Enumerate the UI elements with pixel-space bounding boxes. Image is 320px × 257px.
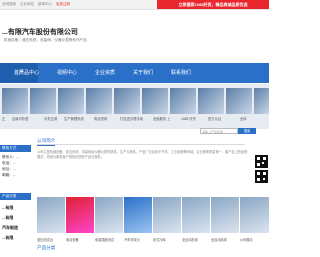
footer-title: 产品分类 bbox=[37, 245, 56, 250]
product-label[interactable]: 电源插座测试 bbox=[95, 237, 125, 242]
strip-label: 全体 bbox=[240, 117, 247, 121]
category-header: 产品分类 bbox=[0, 193, 31, 200]
product-label[interactable]: 公司展示 bbox=[240, 237, 269, 242]
strip-thumb[interactable] bbox=[58, 88, 84, 114]
strip-thumb[interactable] bbox=[142, 88, 168, 114]
product-label[interactable]: 全自动机床 bbox=[211, 237, 241, 242]
strip-label: 边缘可折叠 bbox=[12, 117, 29, 121]
qr-code-icon bbox=[255, 170, 268, 183]
top-link[interactable]: 企业网站 bbox=[20, 2, 34, 6]
company-name: ...有限汽车股份有限公司 bbox=[2, 29, 78, 36]
product-image[interactable] bbox=[95, 197, 123, 233]
strip-thumb[interactable] bbox=[226, 88, 252, 114]
product-label[interactable]: 全自动机床 bbox=[182, 237, 212, 242]
contact-header: 联系方式 bbox=[0, 145, 31, 152]
nav-products[interactable]: 产品中心 bbox=[10, 63, 48, 83]
category-item[interactable]: 汽车制造 bbox=[2, 225, 18, 231]
product-image[interactable] bbox=[182, 197, 210, 233]
search-input[interactable]: 请输入产品名称 bbox=[200, 128, 238, 134]
product-label[interactable]: 汽车测试仪 bbox=[124, 237, 154, 242]
search-button[interactable]: 搜索 bbox=[238, 128, 256, 134]
top-bar: 全网搜索 企业网站 新闻中心 免费注册 立即搜索1688好货，精品商城品质优选 bbox=[0, 0, 269, 10]
promo-banner[interactable]: 立即搜索1688好货，精品商城品质优选 bbox=[157, 0, 269, 9]
product-image[interactable] bbox=[124, 197, 152, 233]
top-link[interactable]: 全网搜索 bbox=[2, 2, 16, 6]
product-label[interactable]: 卧式冷库 bbox=[153, 237, 183, 242]
nav-qualification[interactable]: 企业资质 bbox=[86, 63, 124, 83]
product-image[interactable] bbox=[66, 197, 94, 233]
product-image[interactable] bbox=[240, 197, 269, 233]
product-image[interactable] bbox=[153, 197, 181, 233]
contact-row: 电话：... bbox=[2, 161, 16, 165]
nav-about[interactable]: 关于我们 bbox=[124, 63, 162, 83]
strip-thumb[interactable] bbox=[198, 88, 224, 114]
category-item[interactable]: ...有限 bbox=[2, 235, 13, 241]
product-image[interactable] bbox=[211, 197, 239, 233]
strip-thumb[interactable] bbox=[30, 88, 56, 114]
contact-row: 邮箱：... bbox=[2, 173, 16, 177]
product-label[interactable]: 液压测试台 bbox=[37, 237, 67, 242]
product-image[interactable] bbox=[37, 197, 65, 233]
strip-label: 打包送办理手续 bbox=[120, 117, 144, 121]
site-header: ...有限汽车股份有限公司 机械设备，液压系统，流量阀，仪器仪表等系列产品 bbox=[0, 10, 269, 58]
section-divider bbox=[37, 144, 245, 145]
intro-text: 公司主营机械设备、液压系统、流量阀及仪器仪表的研发、生产与销售，产品广泛应用于汽… bbox=[37, 150, 248, 159]
category-item[interactable]: ...有限 bbox=[2, 205, 13, 211]
strip-thumb[interactable] bbox=[86, 88, 112, 114]
category-item[interactable]: ...有限 bbox=[2, 215, 13, 221]
main-nav: 首页 产品中心 视频中心 企业资质 关于我们 联系我们 bbox=[0, 63, 269, 83]
qr-code-icon bbox=[255, 155, 268, 168]
strip-thumb[interactable] bbox=[114, 88, 140, 114]
top-link[interactable]: 新闻中心 bbox=[38, 2, 52, 6]
nav-videos[interactable]: 视频中心 bbox=[48, 63, 86, 83]
contact-row: 地址：... bbox=[2, 167, 16, 171]
strip-thumb[interactable] bbox=[170, 88, 196, 114]
product-label[interactable]: 电动设备 bbox=[66, 237, 96, 242]
strip-thumb[interactable] bbox=[254, 88, 269, 114]
top-links: 全网搜索 企业网站 新闻中心 免费注册 bbox=[2, 2, 73, 7]
top-link-highlight[interactable]: 免费注册 bbox=[56, 2, 70, 6]
strip-thumb[interactable] bbox=[2, 88, 28, 114]
sidebar: 联系方式 联系人：... 电话：... 地址：... 邮箱：... 产品分类 .… bbox=[0, 135, 31, 257]
strip-label: 官方认证 bbox=[208, 117, 222, 121]
contact-row: 联系人：... bbox=[2, 155, 20, 159]
company-subtitle: 机械设备，液压系统，流量阀，仪器仪表等系列产品 bbox=[4, 38, 87, 42]
nav-contact[interactable]: 联系我们 bbox=[162, 63, 200, 83]
